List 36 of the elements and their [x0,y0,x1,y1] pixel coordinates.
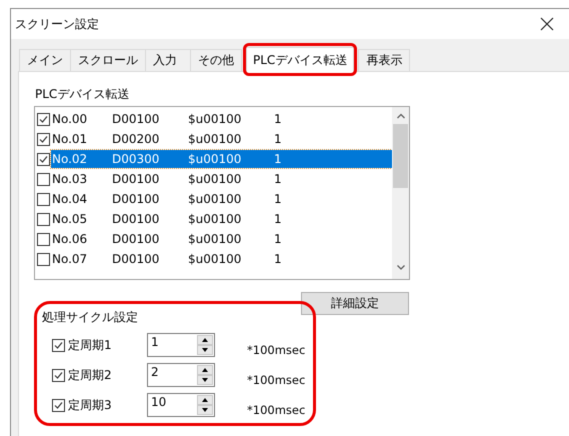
checkbox[interactable] [52,398,65,412]
list-row[interactable]: No.03 D00100 $u00100 1 [51,170,392,188]
checkbox[interactable] [37,192,50,206]
window-title: スクリーン設定 [15,16,99,32]
scroll-up-icon[interactable] [396,113,406,120]
list-row[interactable]: No.06 D00100 $u00100 1 [51,230,392,248]
checkbox[interactable] [37,132,50,146]
checkbox[interactable] [52,338,65,352]
scrollbar-thumb[interactable] [393,124,408,188]
group-title: 処理サイクル設定 [42,309,138,326]
list-title: PLCデバイス転送 [35,86,130,103]
list-row[interactable]: No.02 D00300 $u00100 1 [51,150,392,168]
checkbox[interactable] [37,212,50,226]
checkbox-label: 定周期1 [68,336,113,354]
checkbox[interactable] [37,112,50,126]
unit-label: *100msec [247,403,306,417]
checkbox-label: 定周期2 [68,366,113,384]
unit-label: *100msec [247,373,306,387]
list-row[interactable]: No.05 D00100 $u00100 1 [51,210,392,228]
checkbox-label: 定周期3 [68,396,113,414]
checkbox[interactable] [37,152,50,166]
close-icon[interactable] [540,17,554,31]
detail-settings-button[interactable]: 詳細設定 [301,292,409,315]
list-row[interactable]: No.04 D00100 $u00100 1 [51,190,392,208]
checkbox[interactable] [37,252,50,266]
checkbox[interactable] [52,368,65,382]
unit-label: *100msec [247,343,306,357]
tab[interactable]: メイン [19,49,71,71]
checkbox[interactable] [37,172,50,186]
tab[interactable]: その他 [190,49,242,71]
tab[interactable]: 再表示 [358,49,410,71]
list-row[interactable]: No.07 D00100 $u00100 1 [51,250,392,268]
list-row[interactable]: No.00 D00100 $u00100 1 [51,110,392,128]
scroll-down-icon[interactable] [396,264,406,271]
list-row[interactable]: No.01 D00200 $u00100 1 [51,130,392,148]
checkbox[interactable] [37,232,50,246]
